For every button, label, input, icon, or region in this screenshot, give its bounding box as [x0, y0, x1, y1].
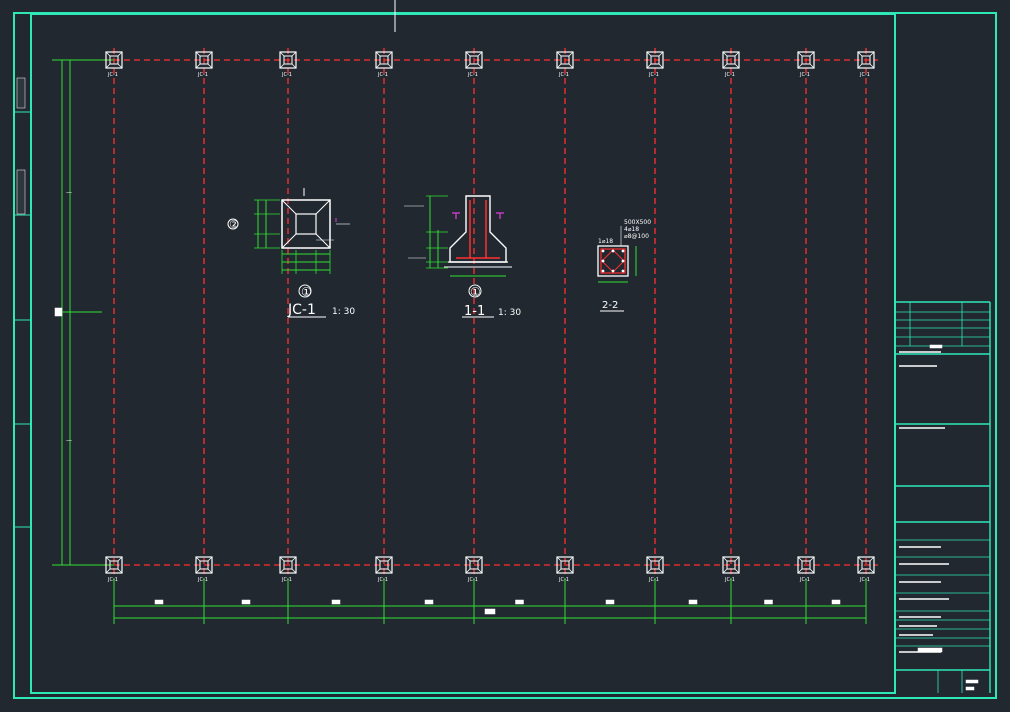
section-scale: 1: 30 [498, 308, 521, 318]
foundation-layout-drawing: —— JC-1JC-1JC-1JC-1JC-1JC-1JC-1JC-1JC-1J… [13, 0, 997, 699]
footing-label: JC-1 [558, 72, 569, 78]
dim-total-label [484, 608, 496, 615]
jc1-plan-graphic [227, 188, 350, 318]
detail-jc1: JC-1 1: 30 ① ② [227, 188, 355, 318]
footing-label: JC-1 [724, 72, 735, 78]
dim-span-label [688, 599, 698, 605]
footing-label: JC-1 [467, 577, 478, 583]
footing-label: JC-1 [377, 577, 388, 583]
column-title: 2-2 [602, 300, 618, 311]
column-rebar-dot [611, 269, 615, 273]
column-rebar-3: 1⌀18 [598, 238, 613, 245]
column-rebar-2: ⌀8@100 [624, 233, 649, 240]
footing-label: JC-1 [377, 72, 388, 78]
title-block [894, 14, 991, 693]
footing-label: JC-1 [281, 72, 292, 78]
jc1-marker: ① [301, 285, 312, 299]
footing-label: JC-1 [648, 72, 659, 78]
dim-span-label [831, 599, 841, 605]
footing-label: JC-1 [648, 577, 659, 583]
footing-label: JC-1 [467, 72, 478, 78]
jc1-title: JC-1 [287, 302, 316, 318]
dim-span-label [605, 599, 615, 605]
footing-label: JC-1 [107, 72, 118, 78]
section-title: 1-1 [464, 304, 485, 319]
section-outline [449, 195, 507, 263]
inner-border [30, 13, 896, 694]
section-marker: ① [470, 285, 481, 299]
dim-span-label [154, 599, 164, 605]
footing-label: JC-1 [197, 577, 208, 583]
footing-label: JC-1 [859, 72, 870, 78]
jc1-slope [315, 233, 331, 249]
jc1-slope [281, 199, 297, 215]
dim-span-label [424, 599, 434, 605]
footing-label: JC-1 [107, 577, 118, 583]
footing-label: JC-1 [799, 577, 810, 583]
cad-drawing: — — JC-1 JC-1 JC-1 JC-1 JC-1 JC-1 JC-1 JC-1 JC-1 J… [0, 0, 1010, 708]
footing-label: JC-1 [558, 577, 569, 583]
dim-text-lower: — [66, 437, 72, 444]
column-rebar-dot [611, 249, 615, 253]
axis-grid [104, 48, 878, 578]
title-block-drawing-name [917, 647, 943, 653]
footing-label: JC-1 [799, 72, 810, 78]
column-size: 500X500 [624, 219, 651, 226]
column-rebar-1: 4⌀18 [624, 226, 639, 233]
detail-section-2-2: 500X500 4⌀18 ⌀8@100 1⌀18 2-2 [597, 219, 651, 312]
jc1-slope [281, 233, 297, 249]
jc1-side-marker: ② [229, 218, 239, 231]
column-rebar-dot [621, 259, 625, 263]
margin-stamp-1 [16, 77, 26, 109]
jc1-slope [315, 199, 331, 215]
dim-span-label [331, 599, 341, 605]
column-rebar-dot [621, 269, 625, 273]
dim-mid-label [54, 307, 63, 317]
dim-text-upper: — [66, 189, 72, 196]
dim-span-label [241, 599, 251, 605]
footing-label: JC-1 [724, 577, 735, 583]
column-stirrup [600, 248, 626, 274]
dimension-lines: —— [52, 59, 867, 624]
footing-label: JC-1 [281, 577, 292, 583]
margin-stamp-2 [16, 169, 26, 215]
title-block-sheet-no [965, 679, 979, 684]
footing-label: JC-1 [197, 72, 208, 78]
column-rebar-dot [601, 259, 605, 263]
dim-span-label [515, 599, 524, 605]
jc1-pedestal [295, 213, 317, 235]
detail-section-1-1: 1-1 1: 30 ① [404, 195, 521, 319]
column-rebar-dot [601, 269, 605, 273]
dim-span-label [764, 599, 773, 605]
jc1-scale: 1: 30 [332, 307, 355, 317]
title-block-stamp [929, 344, 943, 349]
outer-border [13, 12, 997, 699]
column-diamond-tie [601, 249, 625, 273]
drawing-frame [13, 0, 997, 699]
column-rebar-dot [601, 249, 605, 253]
footing-label: JC-1 [859, 577, 870, 583]
column-rebar-dot [621, 249, 625, 253]
section-1-1-graphic [404, 195, 512, 318]
title-block-sheet-code [965, 686, 975, 691]
